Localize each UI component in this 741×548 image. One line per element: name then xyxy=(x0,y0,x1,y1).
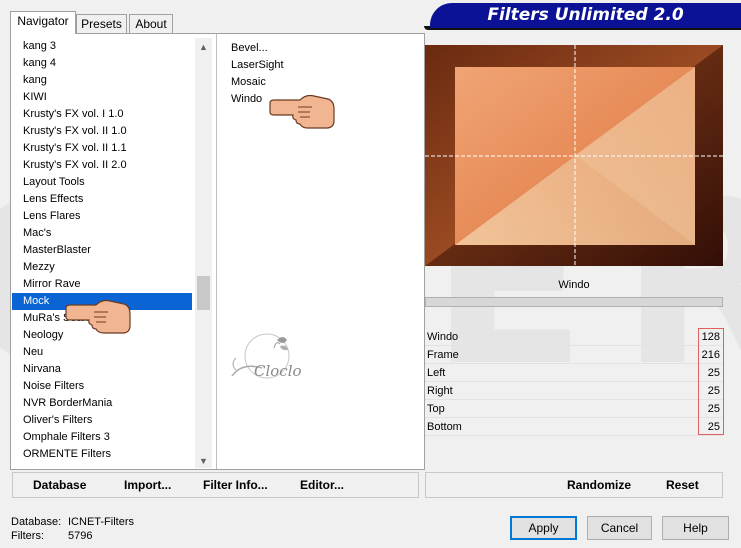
tab-about[interactable]: About xyxy=(129,14,173,33)
category-list-item[interactable]: Mezzy xyxy=(12,259,192,276)
apply-button[interactable]: Apply xyxy=(510,516,577,540)
category-list-item[interactable]: ORMENTE Filters xyxy=(12,446,192,463)
editor-button[interactable]: Editor... xyxy=(300,478,344,492)
category-list-item[interactable]: Nirvana xyxy=(12,361,192,378)
parameter-list[interactable]: Windo 128 Frame 216 Left 25 Right 25 Top 25 Bottom… xyxy=(425,328,723,436)
category-list-item[interactable]: Noise Filters xyxy=(12,378,192,395)
list-divider xyxy=(216,34,217,469)
category-list-item[interactable]: Mirror Rave xyxy=(12,276,192,293)
preview-filter-title: Windo xyxy=(558,279,590,291)
pointing-hand-icon xyxy=(268,93,336,132)
param-row-right[interactable]: Right 25 xyxy=(425,382,723,400)
cancel-button[interactable]: Cancel xyxy=(587,516,652,540)
category-list-item[interactable]: Neu xyxy=(12,344,192,361)
param-row-frame[interactable]: Frame 216 xyxy=(425,346,723,364)
category-list-item[interactable]: kang 3 xyxy=(12,38,192,55)
param-row-top[interactable]: Top 25 xyxy=(425,400,723,418)
category-list[interactable]: kang 3 kang 4 kang KIWI Krusty's FX vol. I 1… xyxy=(12,38,192,468)
category-list-item[interactable]: Lens Flares xyxy=(12,208,192,225)
category-list-item[interactable]: Krusty's FX vol. II 1.0 xyxy=(12,123,192,140)
category-list-item[interactable]: Oliver's Filters xyxy=(12,412,192,429)
category-scrollbar[interactable]: ▲ ▼ xyxy=(195,38,212,468)
cloclo-logo: Cloclo xyxy=(222,318,322,388)
values-highlight-box xyxy=(698,328,724,435)
filter-list-item[interactable]: Mosaic xyxy=(222,74,412,91)
param-row-windo[interactable]: Windo 128 xyxy=(425,328,723,346)
param-row-left[interactable]: Left 25 xyxy=(425,364,723,382)
filter-list-item[interactable]: Bevel... xyxy=(222,40,412,57)
progress-bar xyxy=(425,297,723,307)
param-name: Frame xyxy=(427,349,459,361)
param-name: Left xyxy=(427,367,446,379)
preview-image[interactable] xyxy=(425,45,723,266)
app-banner-title: Filters Unlimited 2.0 xyxy=(430,3,741,28)
scroll-up-arrow-icon[interactable]: ▲ xyxy=(195,40,212,54)
category-list-item[interactable]: kang xyxy=(12,72,192,89)
filter-info-button[interactable]: Filter Info... xyxy=(203,478,268,492)
database-button[interactable]: Database xyxy=(33,478,86,492)
help-button[interactable]: Help xyxy=(662,516,729,540)
category-list-item[interactable]: KIWI xyxy=(12,89,192,106)
category-list-item[interactable]: Omphale Filters 3 xyxy=(12,429,192,446)
param-name: Top xyxy=(427,403,445,415)
param-row-bottom[interactable]: Bottom 25 xyxy=(425,418,723,436)
filter-list-item[interactable]: LaserSight xyxy=(222,57,412,74)
category-list-item[interactable]: Lens Effects xyxy=(12,191,192,208)
randomize-button[interactable]: Randomize xyxy=(567,478,631,492)
category-list-item[interactable]: Krusty's FX vol. I 1.0 xyxy=(12,106,192,123)
scroll-down-arrow-icon[interactable]: ▼ xyxy=(195,454,212,468)
status-filters-value: 5796 xyxy=(68,530,93,542)
cloclo-watermark-text: Cloclo xyxy=(254,362,302,380)
category-list-item[interactable]: MasterBlaster xyxy=(12,242,192,259)
status-database-value: ICNET-Filters xyxy=(68,516,134,528)
param-name: Windo xyxy=(427,331,459,343)
scrollbar-thumb[interactable] xyxy=(197,276,210,310)
category-list-item[interactable]: NVR BorderMania xyxy=(12,395,192,412)
status-filters-label: Filters: xyxy=(11,530,44,542)
tab-navigator[interactable]: Navigator xyxy=(10,11,76,34)
import-button[interactable]: Import... xyxy=(124,478,171,492)
category-list-item[interactable]: Layout Tools xyxy=(12,174,192,191)
param-name: Right xyxy=(427,385,453,397)
status-database-label: Database: xyxy=(11,516,62,528)
tab-presets[interactable]: Presets xyxy=(76,14,127,33)
param-name: Bottom xyxy=(427,421,462,433)
category-list-item[interactable]: Krusty's FX vol. II 1.1 xyxy=(12,140,192,157)
category-list-item[interactable]: Krusty's FX vol. II 2.0 xyxy=(12,157,192,174)
category-list-item[interactable]: Mac's xyxy=(12,225,192,242)
reset-button[interactable]: Reset xyxy=(666,478,699,492)
pointing-hand-icon xyxy=(64,298,132,337)
category-list-item[interactable]: kang 4 xyxy=(12,55,192,72)
